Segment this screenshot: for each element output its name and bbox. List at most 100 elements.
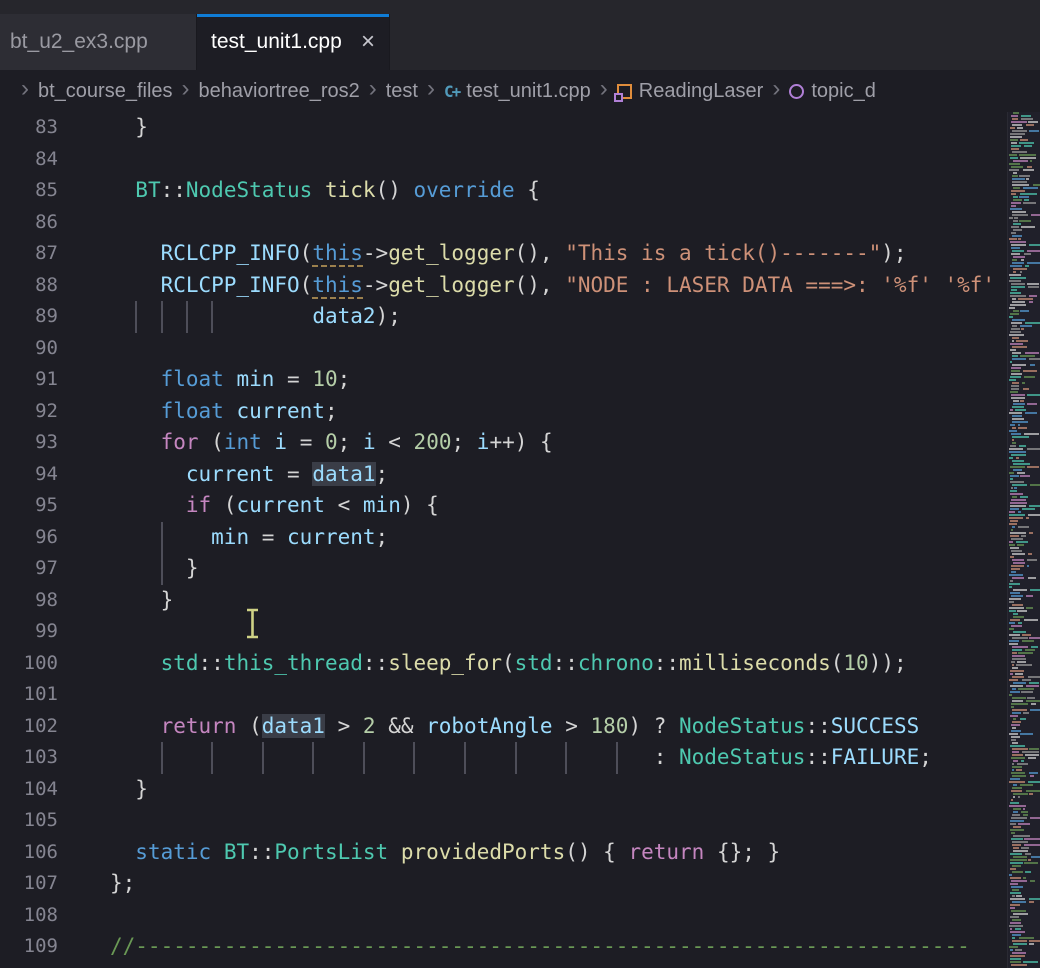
minimap-line — [1008, 289, 1040, 291]
line-number[interactable]: 94 — [0, 459, 58, 491]
line-number[interactable]: 99 — [0, 616, 58, 648]
code-line[interactable]: 108 — [0, 900, 1040, 932]
line-number[interactable]: 102 — [0, 711, 58, 743]
minimap-line — [1008, 715, 1040, 717]
code-line[interactable]: 98 } — [0, 585, 1040, 617]
line-number[interactable]: 83 — [0, 112, 58, 144]
line-number[interactable]: 105 — [0, 805, 58, 837]
minimap-line — [1008, 733, 1040, 735]
breadcrumb-item-test-unit1-cpp[interactable]: C+ test_unit1.cpp — [444, 80, 591, 103]
line-number[interactable]: 97 — [0, 553, 58, 585]
minimap-line — [1008, 676, 1040, 678]
code-line[interactable]: 97 } — [0, 553, 1040, 585]
minimap-line — [1008, 568, 1040, 570]
minimap-line — [1008, 877, 1040, 879]
line-number[interactable]: 88 — [0, 270, 58, 302]
minimap-line — [1008, 136, 1040, 138]
code-line[interactable]: 88 RCLCPP_INFO(this->get_logger(), "NODE… — [0, 270, 1040, 302]
line-number[interactable]: 109 — [0, 931, 58, 963]
code-line[interactable]: 100 std::this_thread::sleep_for(std::chr… — [0, 648, 1040, 680]
code-line[interactable]: 84 — [0, 144, 1040, 176]
minimap-line — [1008, 577, 1040, 579]
minimap-line — [1008, 508, 1040, 510]
line-number[interactable]: 107 — [0, 868, 58, 900]
minimap-line — [1008, 169, 1040, 171]
minimap-line — [1008, 730, 1040, 732]
line-number[interactable]: 91 — [0, 364, 58, 396]
code-line[interactable]: 83 } — [0, 112, 1040, 144]
breadcrumb-item-topic[interactable]: topic_d — [789, 80, 876, 103]
breadcrumb-item-behaviortree-ros2[interactable]: behaviortree_ros2 — [199, 80, 360, 103]
line-number[interactable]: 86 — [0, 207, 58, 239]
minimap-line — [1008, 496, 1040, 498]
minimap-line — [1008, 391, 1040, 393]
code-line[interactable]: 92 float current; — [0, 396, 1040, 428]
code-line[interactable]: 109//-----------------------------------… — [0, 931, 1040, 963]
code-line[interactable]: 101 — [0, 679, 1040, 711]
chevron-right-icon: › — [360, 77, 386, 101]
code-line[interactable]: 87 RCLCPP_INFO(this->get_logger(), "This… — [0, 238, 1040, 270]
line-number[interactable]: 108 — [0, 900, 58, 932]
minimap-line — [1008, 121, 1040, 123]
code-editor[interactable]: 83 }8485 BT::NodeStatus tick() override … — [0, 112, 1040, 968]
minimap-line — [1008, 346, 1040, 348]
minimap-line — [1008, 847, 1040, 849]
minimap[interactable] — [1007, 112, 1040, 968]
tab-bar: bt_u2_ex3.cpp test_unit1.cpp × — [0, 0, 1040, 70]
line-number[interactable]: 106 — [0, 837, 58, 869]
line-number[interactable]: 98 — [0, 585, 58, 617]
line-number[interactable]: 89 — [0, 301, 58, 333]
line-number[interactable]: 90 — [0, 333, 58, 365]
line-number[interactable]: 100 — [0, 648, 58, 680]
code-line[interactable]: 103 : NodeStatus::FAILURE; — [0, 742, 1040, 774]
line-number[interactable]: 92 — [0, 396, 58, 428]
minimap-line — [1008, 658, 1040, 660]
minimap-line — [1008, 817, 1040, 819]
code-line[interactable]: 102 return (data1 > 2 && robotAngle > 18… — [0, 711, 1040, 743]
minimap-line — [1008, 826, 1040, 828]
minimap-line — [1008, 271, 1040, 273]
code-line[interactable]: 93 for (int i = 0; i < 200; i++) { — [0, 427, 1040, 459]
minimap-line — [1008, 679, 1040, 681]
code-text: for (int i = 0; i < 200; i++) { — [58, 427, 553, 459]
line-number[interactable]: 104 — [0, 774, 58, 806]
line-number[interactable]: 84 — [0, 144, 58, 176]
minimap-line — [1008, 637, 1040, 639]
code-line[interactable]: 85 BT::NodeStatus tick() override { — [0, 175, 1040, 207]
line-number[interactable]: 87 — [0, 238, 58, 270]
minimap-line — [1008, 127, 1040, 129]
breadcrumb-item-readinglaser[interactable]: ReadingLaser — [617, 80, 764, 103]
code-line[interactable]: 99 — [0, 616, 1040, 648]
code-text: float min = 10; — [58, 364, 350, 396]
line-number[interactable]: 103 — [0, 742, 58, 774]
code-line[interactable]: 89 data2); — [0, 301, 1040, 333]
minimap-line — [1008, 310, 1040, 312]
code-line[interactable]: 94 current = data1; — [0, 459, 1040, 491]
code-line[interactable]: 105 — [0, 805, 1040, 837]
minimap-line — [1008, 697, 1040, 699]
minimap-line — [1008, 256, 1040, 258]
code-line[interactable]: 90 — [0, 333, 1040, 365]
minimap-line — [1008, 556, 1040, 558]
minimap-line — [1008, 790, 1040, 792]
line-number[interactable]: 95 — [0, 490, 58, 522]
minimap-line — [1008, 526, 1040, 528]
line-number[interactable]: 85 — [0, 175, 58, 207]
code-line[interactable]: 86 — [0, 207, 1040, 239]
line-number[interactable]: 93 — [0, 427, 58, 459]
close-icon[interactable]: × — [361, 30, 375, 54]
code-line[interactable]: 91 float min = 10; — [0, 364, 1040, 396]
code-line[interactable]: 104 } — [0, 774, 1040, 806]
code-line[interactable]: 96 min = current; — [0, 522, 1040, 554]
tab-test-unit1-cpp[interactable]: test_unit1.cpp × — [197, 14, 390, 70]
line-number[interactable]: 101 — [0, 679, 58, 711]
code-line[interactable]: 95 if (current < min) { — [0, 490, 1040, 522]
breadcrumb-item-test[interactable]: test — [386, 80, 418, 103]
code-line[interactable]: 107}; — [0, 868, 1040, 900]
tab-bt-u2-ex3-cpp[interactable]: bt_u2_ex3.cpp — [0, 14, 197, 70]
breadcrumb-item-bt-course-files[interactable]: bt_course_files — [38, 80, 173, 103]
minimap-line — [1008, 703, 1040, 705]
line-number[interactable]: 96 — [0, 522, 58, 554]
minimap-line — [1008, 799, 1040, 801]
code-line[interactable]: 106 static BT::PortsList providedPorts()… — [0, 837, 1040, 869]
